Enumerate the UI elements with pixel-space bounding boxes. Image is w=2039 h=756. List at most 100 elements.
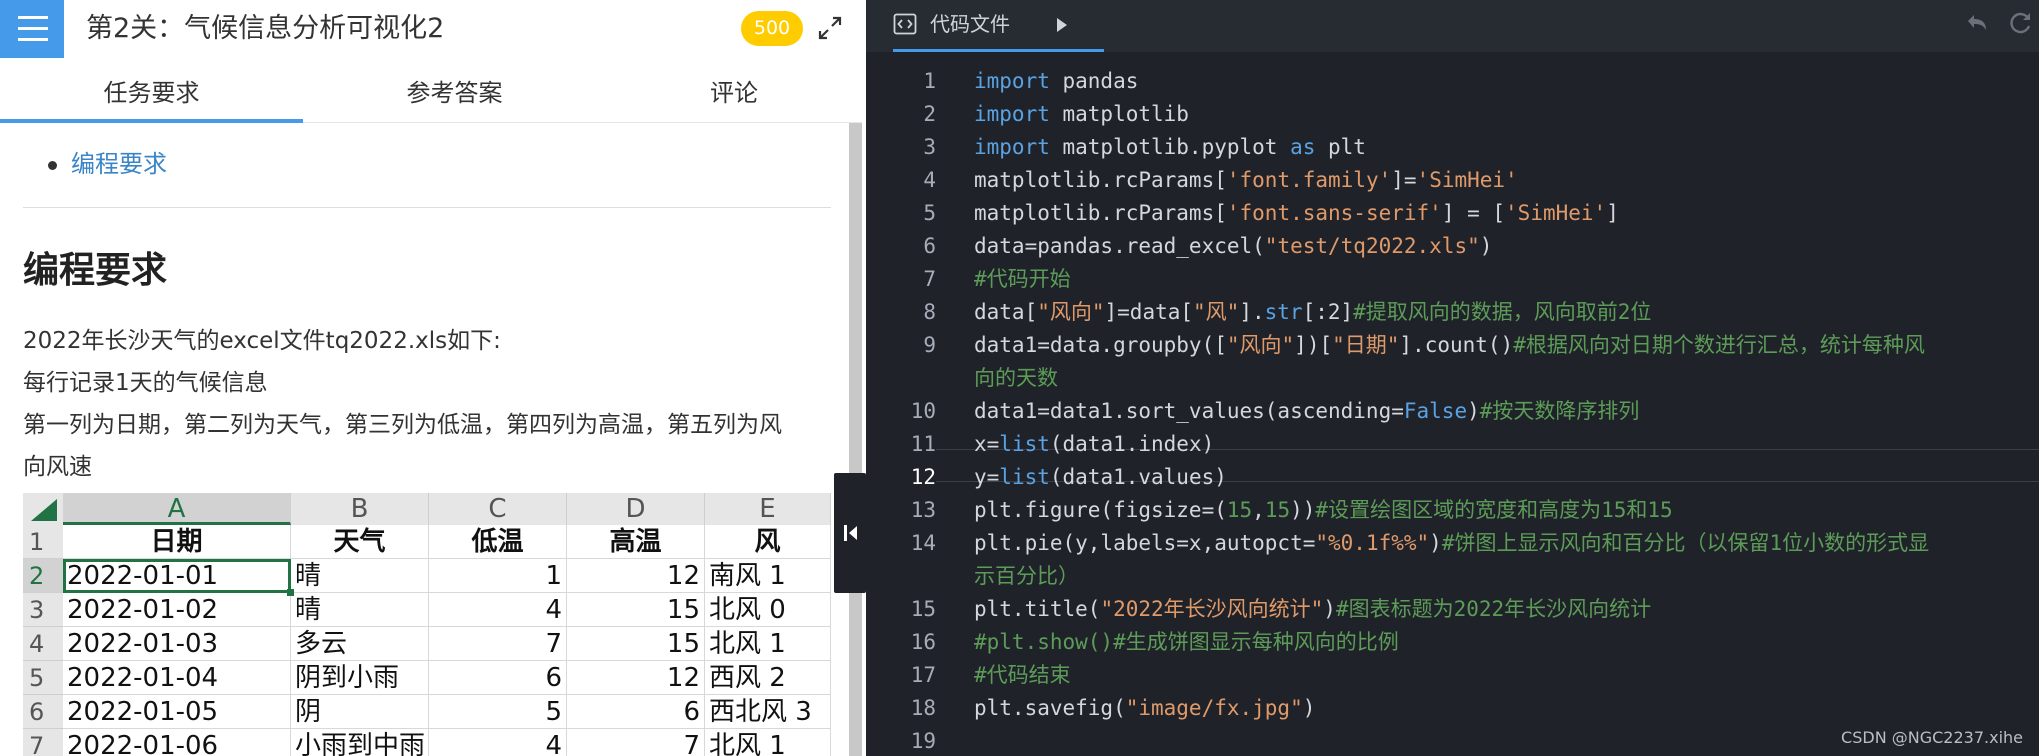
code-token: import	[974, 69, 1050, 93]
redo-icon[interactable]	[2007, 10, 2033, 36]
hamburger-menu-icon[interactable]	[0, 0, 64, 58]
toc-link[interactable]: 编程要求	[71, 147, 167, 181]
code-token: #提取风向的数据，风向取前2位	[1353, 300, 1652, 324]
collapse-panel-button[interactable]	[834, 473, 866, 593]
code-token: "风向"	[1226, 333, 1295, 357]
column-header: A	[63, 493, 291, 525]
column-header: B	[291, 493, 429, 525]
sheet-cell: 7	[567, 729, 705, 756]
code-token: #图表标题为2022年长沙风向统计	[1335, 597, 1652, 621]
task-content: 编程要求 编程要求 2022年长沙天气的excel文件tq2022.xls如下:…	[0, 123, 849, 756]
code-area[interactable]: import pandas import matplotlib import mat…	[974, 52, 2034, 756]
sheet-cell: 2022-01-02	[63, 593, 291, 627]
code-editor: 代码文件 1 2 3 4 5 6 7 8 9 10 11 12 13 14 15 16 17 18 19 impor…	[866, 0, 2039, 756]
task-panel: 第2关：气候信息分析可视化2 500 任务要求 参考答案 评论 编程要求 编程要…	[0, 0, 862, 756]
column-header: E	[705, 493, 831, 525]
line-number: 3	[923, 135, 936, 159]
code-line: matplotlib.rcParams['font.sans-serif'] =…	[974, 197, 1619, 230]
sheet-cell: 北风 0	[705, 593, 831, 627]
sheet-cell: 日期	[63, 525, 291, 559]
tab-code-file[interactable]: 代码文件	[893, 0, 1104, 52]
expand-icon[interactable]	[815, 13, 845, 43]
code-token: data=pandas.read_excel(	[974, 234, 1265, 258]
code-line: data["风向"]=data["风"].str[:2]#提取风向的数据，风向取…	[974, 296, 1651, 329]
sheet-cell: 1	[429, 559, 567, 593]
code-token: ]=	[1391, 168, 1417, 192]
row-header: 6	[23, 695, 63, 729]
line-number: 4	[923, 168, 936, 192]
line-number: 1	[923, 69, 936, 93]
code-token: pandas	[1049, 69, 1139, 93]
sheet-cell: 2022-01-03	[63, 627, 291, 661]
excel-screenshot: A B C D E 1 日期 天气 低温 高温 风 2 2022-01-01 晴…	[23, 493, 831, 756]
tab-task-requirements[interactable]: 任务要求	[0, 63, 303, 123]
tab-reference-answer[interactable]: 参考答案	[303, 63, 606, 123]
code-line: data=pandas.read_excel("test/tq2022.xls"…	[974, 230, 1492, 263]
code-token: ])[	[1294, 333, 1333, 357]
sheet-cell: 6	[567, 695, 705, 729]
play-icon[interactable]	[1056, 17, 1068, 33]
code-token: #plt.show()#生成饼图显示每种风向的比例	[974, 630, 1399, 654]
code-token: plt.figure(figsize=(	[974, 498, 1227, 522]
line-number: 13	[910, 498, 936, 522]
code-token: #根据风向对日期个数进行汇总，统计每种风	[1513, 333, 1925, 357]
select-all-corner	[23, 493, 63, 525]
sheet-cell: 2022-01-05	[63, 695, 291, 729]
code-line: plt.title("2022年长沙风向统计")#图表标题为2022年长沙风向统…	[974, 593, 1651, 626]
code-token: ].	[1239, 300, 1265, 324]
code-token: y=	[974, 465, 1000, 489]
code-token: ,	[1252, 498, 1265, 522]
sheet-cell: 北风 1	[705, 627, 831, 661]
code-token: 15	[1264, 498, 1291, 522]
line-number: 19	[910, 729, 936, 753]
line-number-gutter: 1 2 3 4 5 6 7 8 9 10 11 12 13 14 15 16 17 18 19	[866, 52, 936, 756]
undo-icon[interactable]	[1964, 10, 1990, 36]
section-heading: 编程要求	[23, 250, 168, 291]
line-number: 12	[910, 465, 936, 489]
code-token: "image/fx.jpg"	[1125, 696, 1303, 720]
code-token: )	[1302, 696, 1316, 720]
code-line: #plt.show()#生成饼图显示每种风向的比例	[974, 626, 1399, 659]
row-header: 5	[23, 661, 63, 695]
code-line: x=list(data1.index)	[974, 428, 1214, 461]
code-line: import pandas	[974, 65, 1138, 98]
sheet-cell: 风	[705, 525, 831, 559]
sheet-cell: 2022-01-06	[63, 729, 291, 756]
code-token: list	[999, 432, 1050, 456]
sheet-cell: 西北风 3	[705, 695, 831, 729]
sheet-cell: 阴到小雨	[291, 661, 429, 695]
code-token: matplotlib	[1049, 102, 1189, 126]
code-token: "2022年长沙风向统计"	[1100, 597, 1324, 621]
line-number: 16	[910, 630, 936, 654]
sheet-cell: 小雨到中雨	[291, 729, 429, 756]
line-number: 14	[910, 531, 936, 555]
sheet-cell: 高温	[567, 525, 705, 559]
code-token: import	[974, 102, 1050, 126]
code-token: data[	[974, 300, 1038, 324]
sheet-cell: 北风 1	[705, 729, 831, 756]
line-number: 9	[923, 333, 936, 357]
selected-cell-outline	[63, 559, 291, 593]
code-token: False	[1403, 399, 1468, 423]
code-line: data1=data.groupby(["风向"])["日期"].count()…	[974, 329, 1925, 362]
code-line: #代码开始	[974, 263, 1071, 296]
line-number: 2	[923, 102, 936, 126]
paragraph: 第一列为日期，第二列为天气，第三列为低温，第四列为高温，第五列为风	[23, 412, 782, 438]
row-header: 4	[23, 627, 63, 661]
code-token: matplotlib.rcParams[	[974, 201, 1227, 225]
sheet-cell: 15	[567, 627, 705, 661]
code-line: import matplotlib.pyplot as plt	[974, 131, 1366, 164]
code-token: [:2]	[1302, 300, 1354, 324]
sheet-cell: 2022-01-04	[63, 661, 291, 695]
watermark: CSDN @NGC2237.xihe	[1841, 728, 2023, 747]
scrollbar[interactable]	[849, 123, 862, 756]
code-line: data1=data1.sort_values(ascending=False)…	[974, 395, 1639, 428]
code-token: #设置绘图区域的宽度和高度为15和15	[1315, 498, 1673, 522]
code-token: 'SimHei'	[1416, 168, 1518, 192]
sheet-cell: 低温	[429, 525, 567, 559]
code-token: )	[1323, 597, 1336, 621]
tab-comments[interactable]: 评论	[606, 63, 862, 123]
line-number: 18	[910, 696, 936, 720]
code-token: list	[999, 465, 1050, 489]
code-token: )	[1429, 531, 1442, 555]
